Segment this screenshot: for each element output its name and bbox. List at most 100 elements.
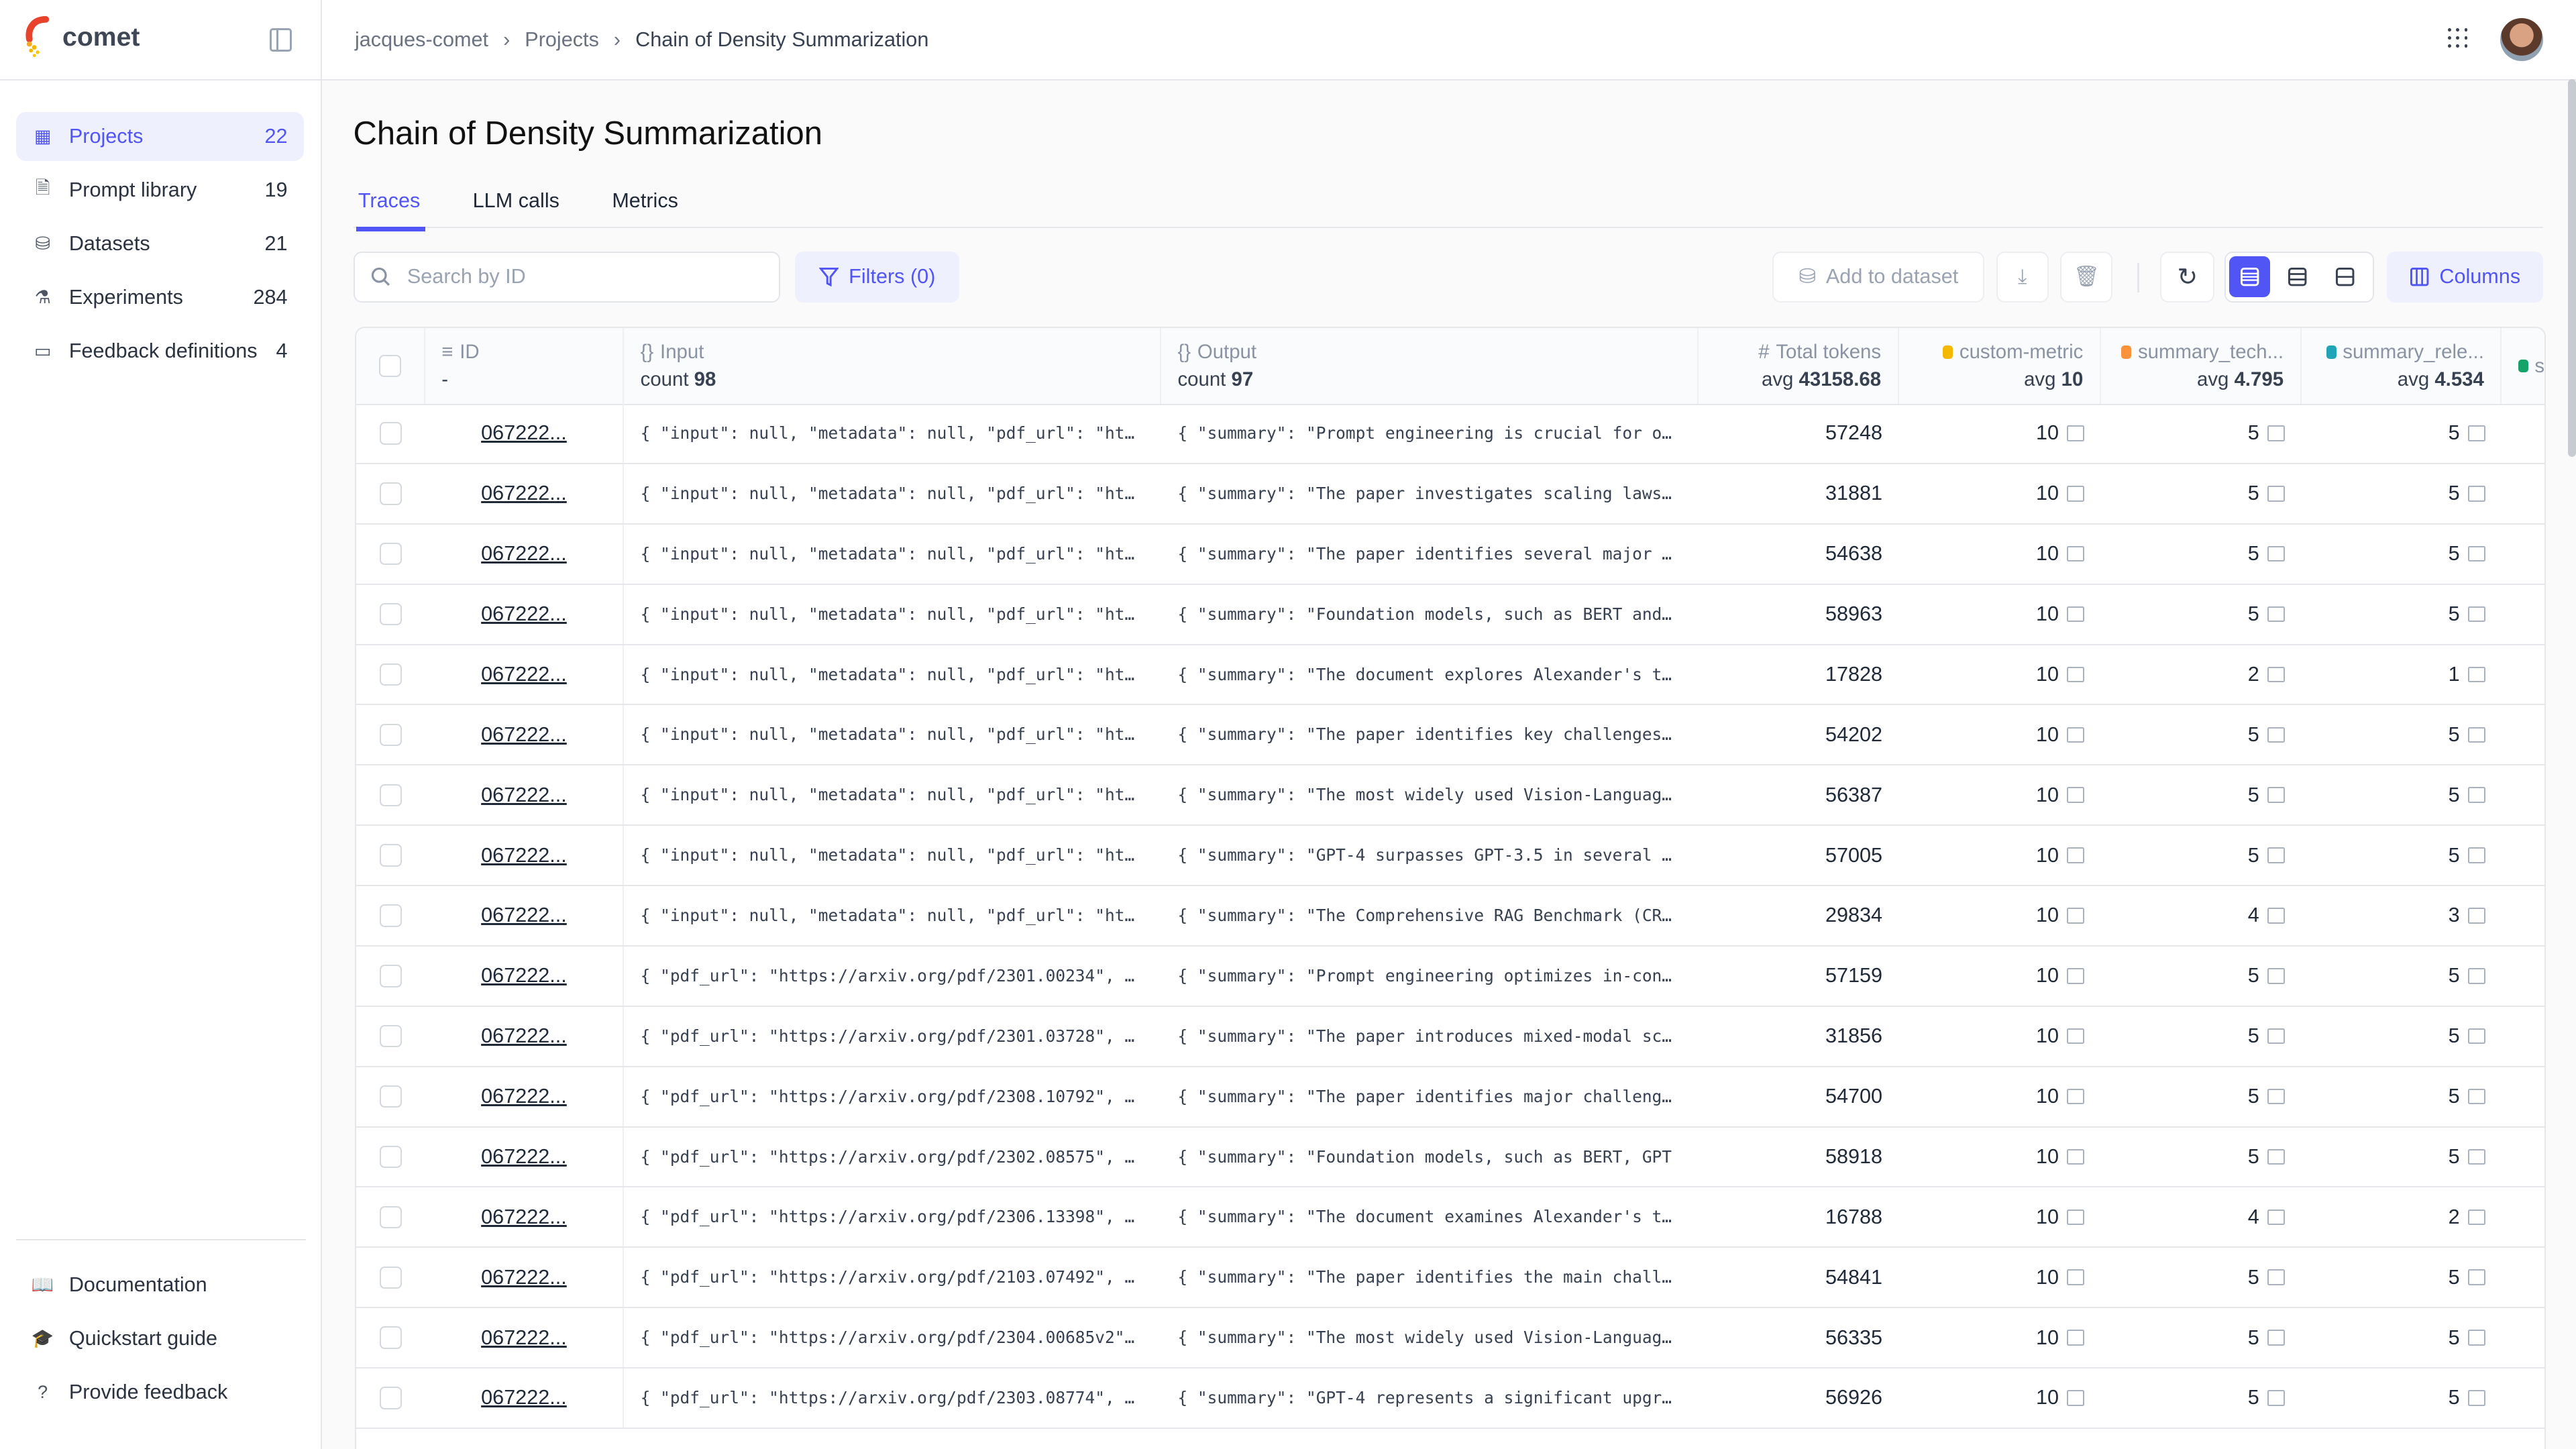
- sidebar-item-prompt-library[interactable]: 🗎 Prompt library 19: [16, 166, 304, 215]
- comment-icon[interactable]: [2267, 425, 2286, 441]
- table-row[interactable]: 067222... { "input": null, "metadata": n…: [356, 645, 2545, 706]
- filters-button[interactable]: Filters (0): [795, 251, 960, 303]
- comment-icon[interactable]: [2267, 486, 2286, 502]
- row-height-medium-button[interactable]: [2277, 256, 2318, 297]
- output-cell[interactable]: { "summary": "The paper identifies major…: [1161, 1067, 1699, 1126]
- table-row[interactable]: 067222... { "input": null, "metadata": n…: [356, 403, 2545, 464]
- collapse-sidebar-icon[interactable]: [269, 28, 292, 52]
- comment-icon[interactable]: [2267, 545, 2286, 562]
- output-cell[interactable]: { "summary": "The paper identifies key c…: [1161, 705, 1699, 764]
- row-checkbox[interactable]: [379, 904, 402, 927]
- comment-icon[interactable]: [2267, 1088, 2286, 1105]
- sidebar-link-quickstart-guide[interactable]: 🎓 Quickstart guide: [16, 1313, 304, 1362]
- input-cell[interactable]: { "input": null, "metadata": null, "pdf_…: [624, 705, 1161, 764]
- output-cell[interactable]: { "summary": "The most widely used Visio…: [1161, 765, 1698, 824]
- output-cell[interactable]: { "summary": "The paper identifies the m…: [1161, 1248, 1698, 1307]
- refresh-button[interactable]: ↻: [2160, 251, 2215, 303]
- page-scrollbar[interactable]: [2567, 78, 2576, 457]
- comment-icon[interactable]: [2267, 847, 2286, 863]
- trace-id-link[interactable]: 067222...: [481, 1085, 567, 1108]
- comment-icon[interactable]: [2067, 1028, 2085, 1044]
- output-cell[interactable]: { "summary": "The paper identifies sever…: [1161, 525, 1698, 584]
- comment-icon[interactable]: [2467, 425, 2485, 441]
- comment-icon[interactable]: [2467, 1088, 2485, 1105]
- table-row[interactable]: 067222... { "pdf_url": "https://arxiv.or…: [356, 1127, 2545, 1188]
- select-all-checkbox[interactable]: [378, 354, 402, 378]
- output-cell[interactable]: { "summary": "The most widely used Visio…: [1161, 1308, 1698, 1367]
- row-height-large-button[interactable]: [2324, 256, 2365, 297]
- comment-icon[interactable]: [2067, 1330, 2085, 1346]
- row-checkbox[interactable]: [379, 844, 402, 867]
- input-cell[interactable]: { "input": null, "metadata": null, "pdf_…: [624, 826, 1161, 885]
- input-cell[interactable]: { "pdf_url": "https://arxiv.org/pdf/2304…: [624, 1308, 1161, 1367]
- input-cell[interactable]: { "pdf_url": "https://arxiv.org/pdf/2301…: [624, 947, 1161, 1006]
- comment-icon[interactable]: [2067, 545, 2085, 562]
- output-cell[interactable]: { "summary": "Prompt engineering optimiz…: [1161, 947, 1698, 1006]
- output-cell[interactable]: { "summary": "The document examines Alex…: [1161, 1187, 1698, 1246]
- table-row[interactable]: 067222... { "pdf_url": "https://arxiv.or…: [356, 1368, 2545, 1429]
- tab-llm-calls[interactable]: LLM calls: [468, 186, 564, 229]
- logo[interactable]: comet: [23, 16, 140, 59]
- column-header-id[interactable]: ≡ ID -: [425, 328, 625, 404]
- apps-grid-icon[interactable]: [2448, 28, 2468, 48]
- comment-icon[interactable]: [2267, 1330, 2286, 1346]
- table-row[interactable]: 067222... { "pdf_url": "https://arxiv.or…: [356, 1006, 2545, 1067]
- trace-id-link[interactable]: 067222...: [481, 663, 567, 686]
- output-cell[interactable]: { "summary": "GPT-4 represents a signifi…: [1161, 1368, 1699, 1428]
- add-to-dataset-button[interactable]: ⛁ Add to dataset: [1772, 251, 1985, 303]
- input-cell[interactable]: { "input": null, "metadata": null, "pdf_…: [624, 886, 1161, 945]
- sidebar-item-datasets[interactable]: ⛁ Datasets 21: [16, 219, 304, 268]
- input-cell[interactable]: { "pdf_url": "https://arxiv.org/pdf/2301…: [624, 1007, 1161, 1066]
- input-cell[interactable]: { "input": null, "metadata": null, "pdf_…: [624, 645, 1161, 704]
- table-row[interactable]: 067222... { "input": null, "metadata": n…: [356, 524, 2545, 585]
- trace-id-link[interactable]: 067222...: [481, 784, 567, 807]
- comment-icon[interactable]: [2467, 1028, 2485, 1044]
- sidebar-item-feedback-definitions[interactable]: ▭ Feedback definitions 4: [16, 327, 304, 376]
- row-checkbox[interactable]: [379, 1145, 402, 1169]
- comment-icon[interactable]: [2067, 1148, 2085, 1165]
- row-checkbox[interactable]: [379, 1326, 402, 1349]
- sidebar-link-provide-feedback[interactable]: ? Provide feedback: [16, 1368, 304, 1417]
- sidebar-item-experiments[interactable]: ⚗ Experiments 284: [16, 273, 304, 322]
- table-row[interactable]: 067222... { "input": null, "metadata": n…: [356, 705, 2545, 766]
- comment-icon[interactable]: [2067, 1390, 2085, 1406]
- column-header-output[interactable]: {} Output count 97: [1161, 328, 1699, 404]
- comment-icon[interactable]: [2267, 1390, 2286, 1406]
- trace-id-link[interactable]: 067222...: [481, 1024, 567, 1048]
- table-row[interactable]: 067222... { "pdf_url": "https://arxiv.or…: [356, 1248, 2545, 1309]
- row-checkbox[interactable]: [379, 1387, 402, 1409]
- table-row[interactable]: 067222... { "pdf_url": "https://arxiv.or…: [356, 946, 2545, 1007]
- comment-icon[interactable]: [2467, 1148, 2485, 1165]
- tab-traces[interactable]: Traces: [354, 186, 425, 232]
- table-row[interactable]: 067222... { "input": null, "metadata": n…: [356, 886, 2545, 947]
- output-cell[interactable]: { "summary": "The Comprehensive RAG Benc…: [1161, 886, 1699, 945]
- comment-icon[interactable]: [2467, 847, 2485, 863]
- row-height-small-button[interactable]: [2229, 256, 2271, 298]
- output-cell[interactable]: { "summary": "Prompt engineering is cruc…: [1161, 404, 1698, 463]
- comment-icon[interactable]: [2467, 1390, 2485, 1406]
- comment-icon[interactable]: [2467, 1209, 2485, 1226]
- input-cell[interactable]: { "pdf_url": "https://arxiv.org/pdf/2103…: [624, 1248, 1161, 1307]
- output-cell[interactable]: { "summary": "Foundation models, such as…: [1161, 1128, 1699, 1187]
- comment-icon[interactable]: [2467, 666, 2485, 683]
- row-checkbox[interactable]: [379, 1205, 402, 1229]
- input-cell[interactable]: { "input": null, "metadata": null, "pdf_…: [624, 525, 1161, 584]
- comment-icon[interactable]: [2467, 486, 2485, 502]
- row-checkbox[interactable]: [379, 784, 402, 806]
- row-checkbox[interactable]: [379, 422, 402, 445]
- row-checkbox[interactable]: [379, 723, 402, 746]
- comment-icon[interactable]: [2467, 1330, 2485, 1346]
- comment-icon[interactable]: [2267, 666, 2286, 683]
- comment-icon[interactable]: [2267, 727, 2286, 743]
- table-row[interactable]: 067222... { "pdf_url": "https://arxiv.or…: [356, 1308, 2545, 1369]
- output-cell[interactable]: { "summary": "Foundation models, such as…: [1161, 585, 1698, 644]
- comment-icon[interactable]: [2267, 1209, 2286, 1226]
- search-input[interactable]: [403, 263, 739, 290]
- row-checkbox[interactable]: [379, 602, 402, 626]
- row-checkbox[interactable]: [379, 482, 402, 505]
- tab-metrics[interactable]: Metrics: [607, 186, 683, 229]
- column-header-custom-metric[interactable]: custom-metric avg 10: [1899, 328, 2101, 404]
- comment-icon[interactable]: [2067, 425, 2085, 441]
- comment-icon[interactable]: [2267, 1028, 2286, 1044]
- input-cell[interactable]: { "pdf_url": "https://arxiv.org/pdf/2303…: [624, 1368, 1161, 1428]
